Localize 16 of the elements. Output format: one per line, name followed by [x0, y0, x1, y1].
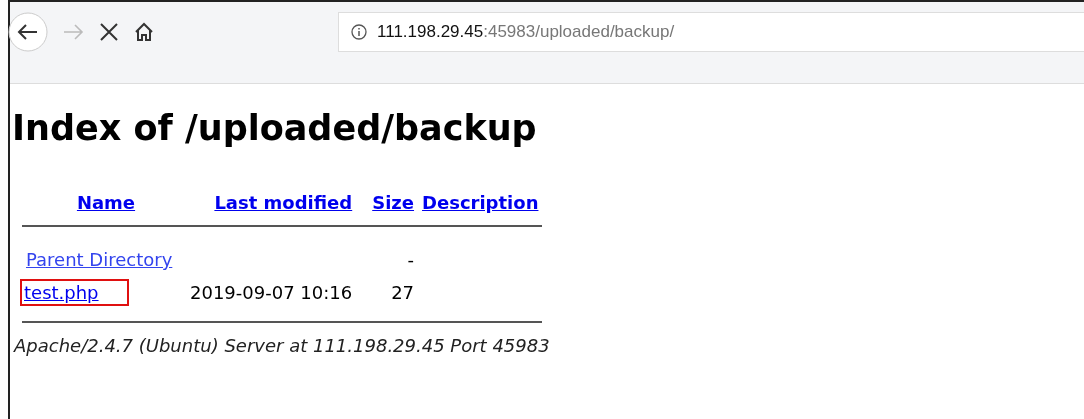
page-heading: Index of /uploaded/backup [12, 108, 538, 148]
info-icon [351, 24, 367, 40]
stop-button[interactable] [98, 21, 120, 43]
address-bar[interactable]: 111.198.29.45:45983/uploaded/backup/ [338, 12, 1084, 52]
file-link[interactable]: test.php [20, 279, 129, 306]
column-sort-link[interactable]: Last modified [214, 192, 353, 213]
column-sort-link[interactable]: Description [422, 192, 539, 213]
parent-directory-link[interactable]: Parent Directory [22, 248, 177, 271]
column-sort-link[interactable]: Name [76, 192, 136, 213]
file-size: - [407, 249, 415, 270]
server-signature: Apache/2.4.7 (Ubuntu) Server at 111.198.29.45 Port 45983 [14, 335, 551, 356]
home-button[interactable] [134, 22, 154, 42]
column-sort-link[interactable]: Size [372, 192, 415, 213]
back-button[interactable] [8, 12, 48, 52]
modified-date: 2019-09-07 10:16 [190, 282, 353, 303]
file-size: 27 [391, 282, 415, 303]
